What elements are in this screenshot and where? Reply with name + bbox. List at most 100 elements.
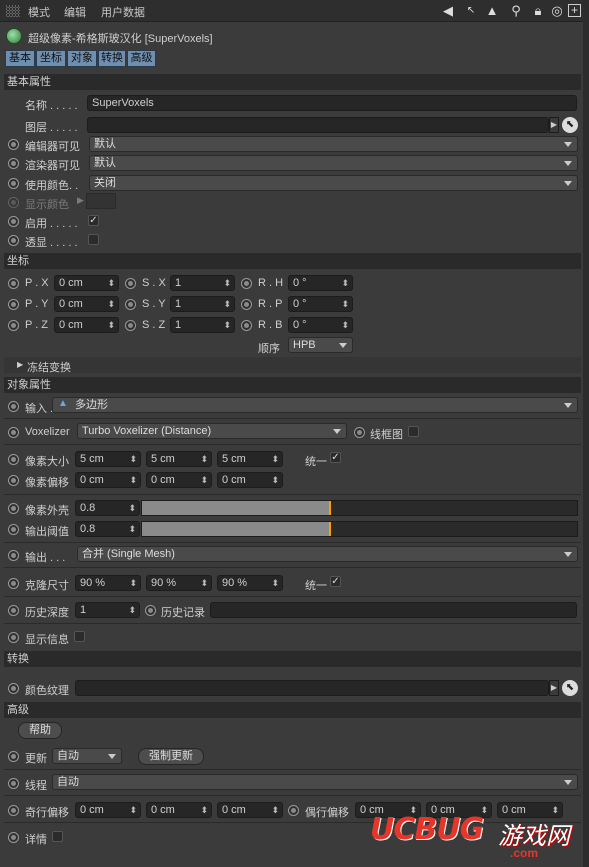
threshold-slider-handle[interactable]	[329, 522, 332, 536]
use-color-anim-icon[interactable]	[8, 178, 19, 189]
rb-anim-icon[interactable]	[241, 320, 252, 331]
odd-offset-y-field[interactable]: 0 cm	[146, 802, 212, 818]
xray-checkbox[interactable]	[88, 234, 99, 245]
shell-field[interactable]: 0.8	[75, 500, 140, 516]
input-dropdown[interactable]: 多边形	[52, 397, 578, 413]
voxel-offset-z-field[interactable]: 0 cm	[217, 472, 283, 488]
voxel-size-z-field[interactable]: 5 cm	[217, 451, 283, 467]
threshold-anim-icon[interactable]	[8, 524, 19, 535]
py-anim-icon[interactable]	[8, 299, 19, 310]
thread-dropdown[interactable]: 自动	[52, 774, 578, 790]
render-vis-dropdown[interactable]: 默认	[89, 155, 578, 171]
threshold-slider[interactable]	[141, 521, 578, 537]
history-depth-field[interactable]: 1	[75, 602, 140, 618]
clone-size-z-field[interactable]: 90 %	[217, 575, 283, 591]
rp-anim-icon[interactable]	[241, 299, 252, 310]
search-icon[interactable]: ⚲	[508, 3, 524, 19]
shell-slider[interactable]	[141, 500, 578, 516]
layer-arrow-icon[interactable]: ▶	[549, 117, 559, 133]
tab-coord[interactable]: 坐标	[36, 50, 66, 67]
layer-field[interactable]	[87, 117, 549, 133]
voxelizer-anim-icon[interactable]	[8, 427, 19, 438]
even-offset-anim-icon[interactable]	[288, 805, 299, 816]
uniform-checkbox[interactable]: ✓	[330, 452, 341, 463]
voxel-size-y-field[interactable]: 5 cm	[146, 451, 212, 467]
sx-field[interactable]: 1	[170, 275, 235, 291]
pz-anim-icon[interactable]	[8, 320, 19, 331]
menu-edit[interactable]: 编辑	[64, 4, 86, 20]
back-arrow-icon[interactable]: ◀	[440, 3, 456, 19]
target-icon[interactable]: ◎	[549, 3, 565, 19]
new-panel-icon[interactable]: +	[568, 4, 581, 17]
px-field[interactable]: 0 cm	[54, 275, 119, 291]
tab-advanced[interactable]: 高级	[127, 50, 156, 67]
sy-field[interactable]: 1	[170, 296, 235, 312]
update-dropdown[interactable]: 自动	[52, 748, 122, 764]
history-record-field[interactable]	[210, 602, 577, 618]
expand-arrow-icon[interactable]: ▶	[17, 360, 23, 369]
history-depth-anim-icon[interactable]	[8, 605, 19, 616]
odd-offset-z-field[interactable]: 0 cm	[217, 802, 283, 818]
color-texture-picker-icon[interactable]: ⬉	[562, 680, 578, 696]
clone-size-x-field[interactable]: 90 %	[75, 575, 141, 591]
input-anim-icon[interactable]	[8, 401, 19, 412]
uniform2-checkbox[interactable]: ✓	[330, 576, 341, 587]
rh-anim-icon[interactable]	[241, 278, 252, 289]
rb-field[interactable]: 0 °	[288, 317, 353, 333]
layer-picker-icon[interactable]: ⬉	[562, 117, 578, 133]
output-dropdown[interactable]: 合并 (Single Mesh)	[77, 546, 578, 562]
update-anim-icon[interactable]	[8, 751, 19, 762]
color-texture-arrow-icon[interactable]: ▶	[549, 680, 559, 696]
name-field[interactable]: SuperVoxels	[87, 95, 577, 111]
pz-field[interactable]: 0 cm	[54, 317, 119, 333]
details-anim-icon[interactable]	[8, 832, 19, 843]
px-anim-icon[interactable]	[8, 278, 19, 289]
clone-size-y-field[interactable]: 90 %	[146, 575, 212, 591]
enabled-anim-icon[interactable]	[8, 216, 19, 227]
rp-field[interactable]: 0 °	[288, 296, 353, 312]
voxel-offset-y-field[interactable]: 0 cm	[146, 472, 212, 488]
grip-icon[interactable]	[6, 5, 20, 17]
show-info-anim-icon[interactable]	[8, 632, 19, 643]
force-update-button[interactable]: 强制更新	[138, 748, 204, 765]
menu-mode[interactable]: 模式	[28, 4, 50, 20]
voxel-offset-anim-icon[interactable]	[8, 475, 19, 486]
use-color-dropdown[interactable]: 关闭	[89, 175, 578, 191]
help-button[interactable]: 帮助	[18, 722, 62, 739]
xray-anim-icon[interactable]	[8, 235, 19, 246]
menu-userdata[interactable]: 用户数据	[101, 4, 145, 20]
editor-vis-anim-icon[interactable]	[8, 139, 19, 150]
sx-anim-icon[interactable]	[125, 278, 136, 289]
tab-object[interactable]: 对象	[67, 50, 97, 67]
rh-field[interactable]: 0 °	[288, 275, 353, 291]
thread-anim-icon[interactable]	[8, 778, 19, 789]
odd-offset-anim-icon[interactable]	[8, 805, 19, 816]
clone-size-anim-icon[interactable]	[8, 578, 19, 589]
wireframe-anim-icon[interactable]	[354, 427, 365, 438]
tab-basic[interactable]: 基本	[5, 50, 35, 67]
sz-field[interactable]: 1	[170, 317, 235, 333]
freeze-transform-label[interactable]: 冻结变换	[27, 359, 71, 375]
shell-slider-handle[interactable]	[329, 501, 332, 515]
color-texture-anim-icon[interactable]	[8, 683, 19, 694]
voxel-size-x-field[interactable]: 5 cm	[75, 451, 141, 467]
show-info-checkbox[interactable]	[74, 631, 85, 642]
enabled-checkbox[interactable]: ✓	[88, 215, 99, 226]
history-icon[interactable]: ↖	[463, 3, 479, 19]
render-vis-anim-icon[interactable]	[8, 158, 19, 169]
history-record-anim-icon[interactable]	[145, 605, 156, 616]
voxelizer-dropdown[interactable]: Turbo Voxelizer (Distance)	[77, 423, 347, 439]
editor-vis-dropdown[interactable]: 默认	[89, 136, 578, 152]
freeze-transform-row[interactable]	[4, 357, 581, 373]
voxel-size-anim-icon[interactable]	[8, 454, 19, 465]
tab-convert[interactable]: 转换	[98, 50, 126, 67]
output-anim-icon[interactable]	[8, 550, 19, 561]
scrollbar[interactable]	[583, 0, 589, 867]
shell-anim-icon[interactable]	[8, 503, 19, 514]
voxel-offset-x-field[interactable]: 0 cm	[75, 472, 141, 488]
threshold-field[interactable]: 0.8	[75, 521, 140, 537]
py-field[interactable]: 0 cm	[54, 296, 119, 312]
details-checkbox[interactable]	[52, 831, 63, 842]
order-dropdown[interactable]: HPB	[288, 337, 353, 353]
wireframe-checkbox[interactable]	[408, 426, 419, 437]
